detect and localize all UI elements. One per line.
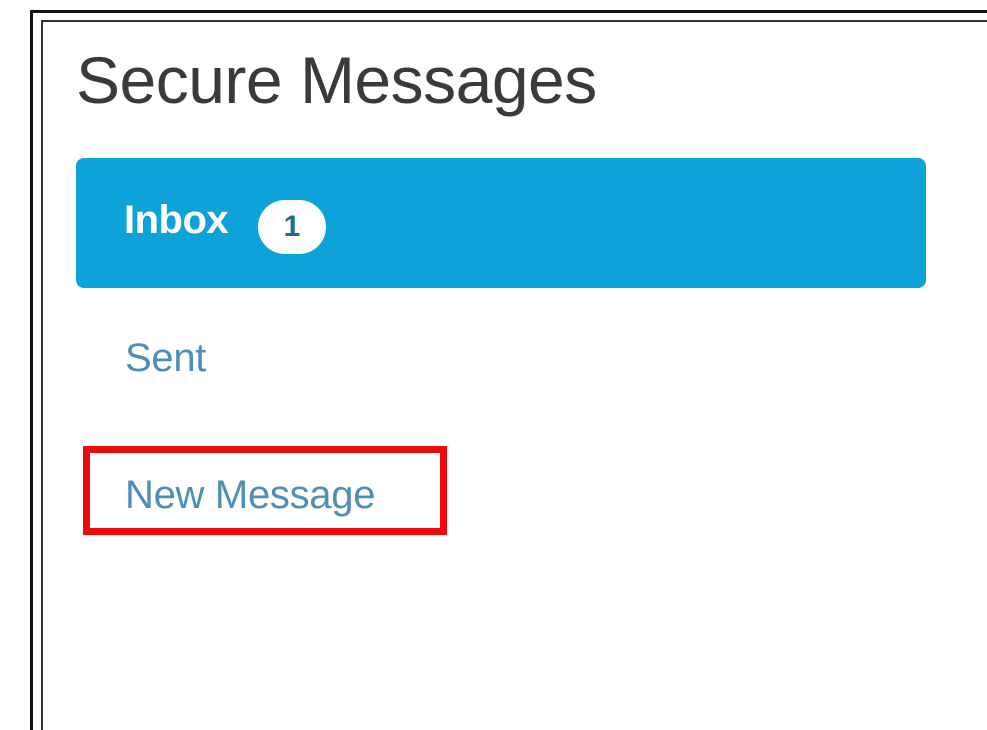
page-title: Secure Messages <box>76 43 597 117</box>
nav-item-new-message[interactable]: New Message <box>125 473 375 518</box>
nav-item-inbox[interactable]: Inbox 1 <box>76 158 926 288</box>
unread-count-value: 1 <box>283 210 301 243</box>
nav-item-inbox-label: Inbox <box>124 198 229 242</box>
nav-item-sent[interactable]: Sent <box>125 336 206 381</box>
unread-count-badge: 1 <box>258 200 326 254</box>
